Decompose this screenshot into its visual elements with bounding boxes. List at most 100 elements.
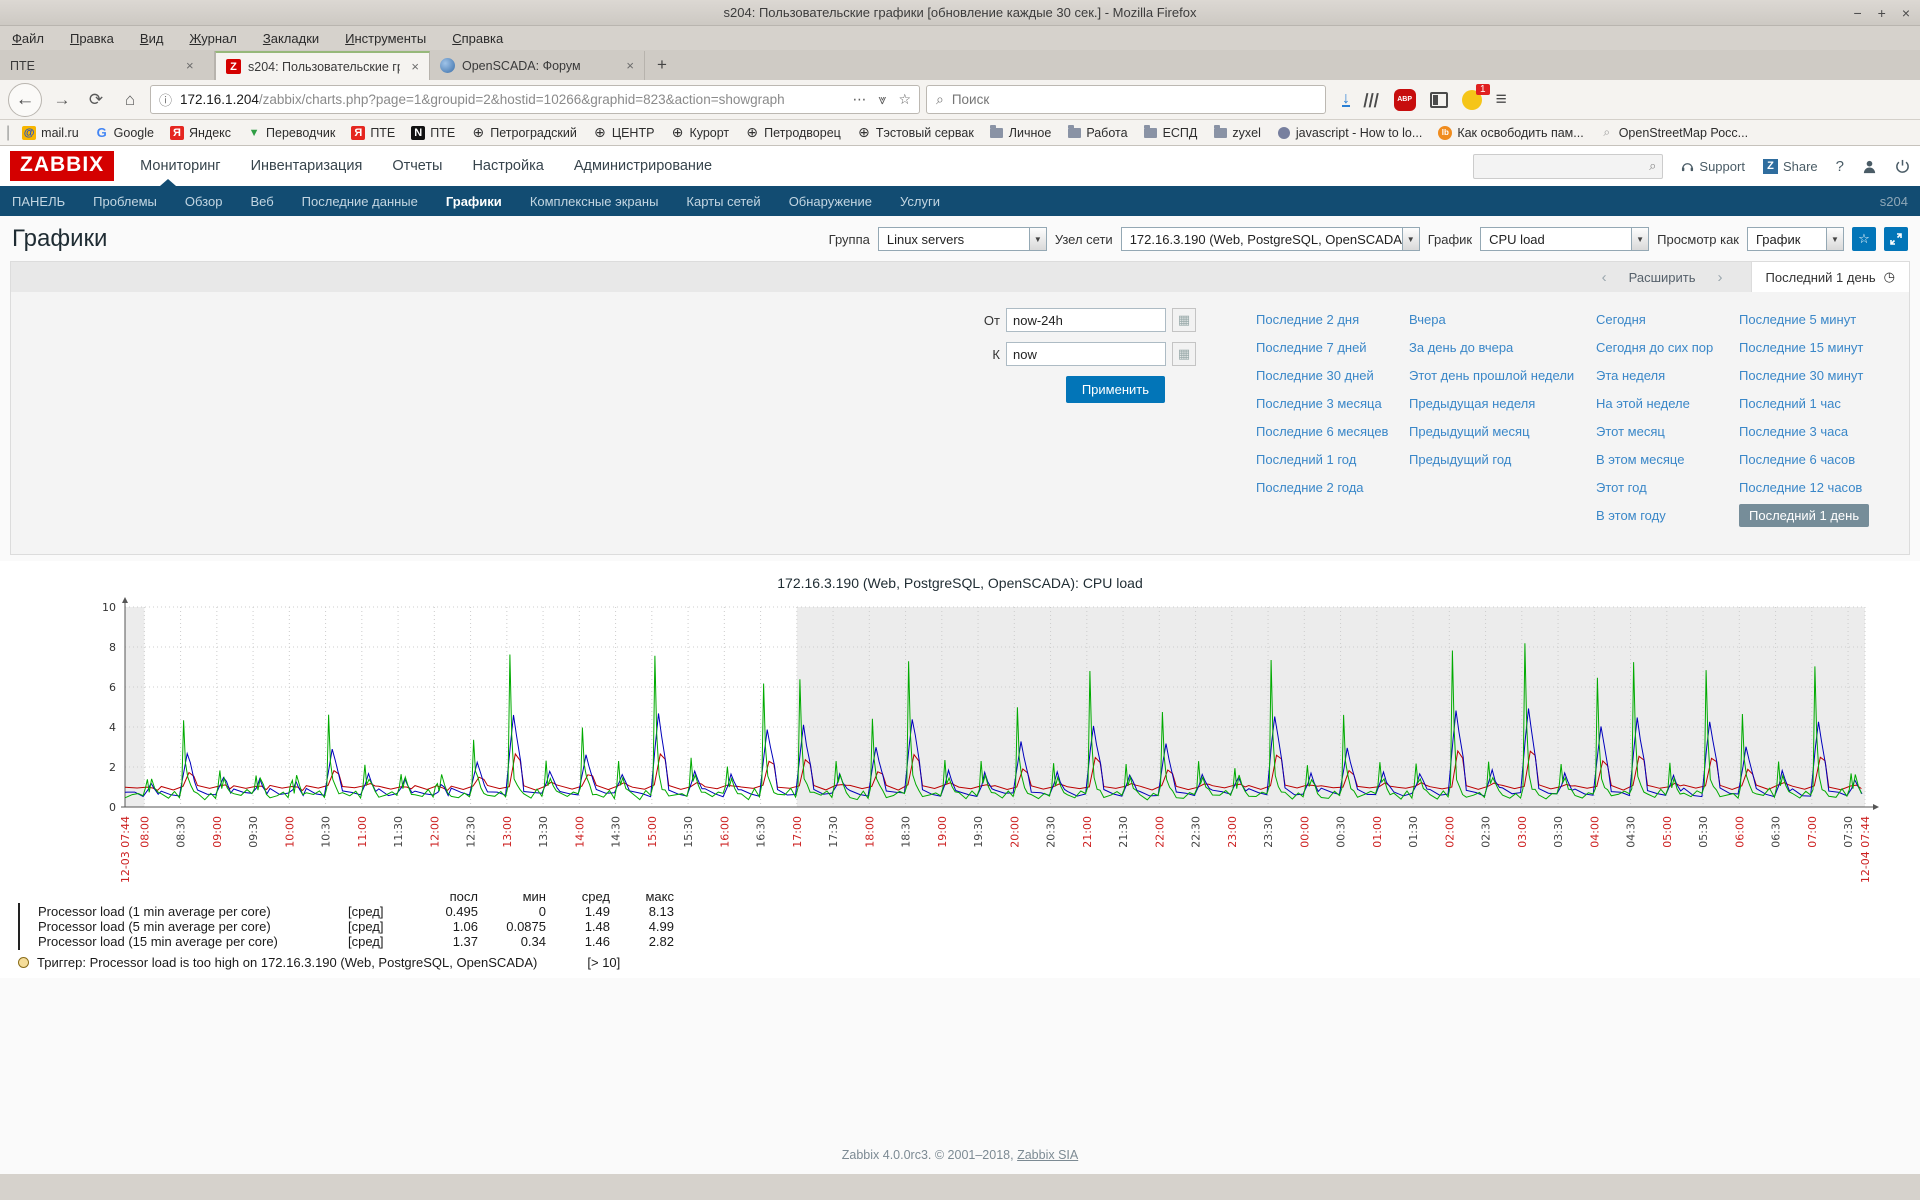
time-preset-link[interactable]: Последние 30 минут	[1739, 364, 1863, 387]
browser-tab[interactable]: OpenSCADA: Форум×	[430, 51, 645, 80]
time-preset-link[interactable]: Последние 30 дней	[1256, 364, 1374, 387]
calendar-icon[interactable]: ▦	[1172, 308, 1196, 332]
bookmark-item[interactable]: Работа	[1061, 124, 1133, 142]
time-preset-link[interactable]: Сегодня до сих пор	[1596, 336, 1713, 359]
page-actions-icon[interactable]: ⋯	[853, 91, 867, 108]
bookmark-item[interactable]: ЯПТЕ	[345, 124, 401, 142]
adblock-icon[interactable]: ABP	[1394, 89, 1416, 111]
time-preset-link[interactable]: Последние 2 дня	[1256, 308, 1359, 331]
time-preset-link[interactable]: Этот месяц	[1596, 420, 1665, 443]
bookmark-item[interactable]: lbКак освободить пам...	[1432, 124, 1589, 142]
subnav-item[interactable]: Последние данные	[302, 194, 418, 209]
time-preset-link[interactable]: Последние 3 часа	[1739, 420, 1848, 443]
bookmark-item[interactable]: NПТЕ	[405, 124, 461, 142]
library-icon[interactable]: |||	[1362, 91, 1381, 108]
share-link[interactable]: Z Share	[1763, 159, 1818, 174]
bookmark-item[interactable]: zyxel	[1207, 124, 1266, 142]
time-preset-link[interactable]: Последние 7 дней	[1256, 336, 1367, 359]
time-shift-right-icon[interactable]: ›	[1718, 269, 1723, 286]
tab-close-icon[interactable]: ×	[626, 58, 634, 73]
time-preset-link[interactable]: На этой неделе	[1596, 392, 1690, 415]
zabbix-logo[interactable]: ZABBIX	[10, 151, 114, 181]
time-preset-link[interactable]: В этом месяце	[1596, 448, 1684, 471]
menu-icon[interactable]: ≡	[1496, 89, 1507, 111]
time-shift-left-icon[interactable]: ‹	[1602, 269, 1607, 286]
time-from-input[interactable]	[1006, 308, 1166, 332]
bookmark-item[interactable]: ⊕Тэстовый сервак	[851, 124, 980, 142]
bookmark-item[interactable]: ЯЯндекс	[164, 124, 237, 142]
main-nav-item[interactable]: Отчеты	[392, 148, 442, 184]
time-preset-link[interactable]: Эта неделя	[1596, 364, 1665, 387]
menubar-item[interactable]: Журнал	[189, 31, 236, 46]
time-preset-link[interactable]: Последние 15 минут	[1739, 336, 1863, 359]
bookmark-item[interactable]: GGoogle	[89, 124, 160, 142]
time-preset-link[interactable]: Последний 1 год	[1256, 448, 1356, 471]
window-maximize-button[interactable]: +	[1878, 5, 1886, 21]
subnav-item[interactable]: Веб	[250, 194, 273, 209]
subnav-item[interactable]: ПАНЕЛЬ	[12, 194, 65, 209]
time-preset-link[interactable]: Предыдущий месяц	[1409, 420, 1530, 443]
subnav-item[interactable]: Графики	[446, 194, 502, 209]
support-link[interactable]: Support	[1681, 159, 1745, 174]
time-preset-link[interactable]: Последние 12 часов	[1739, 476, 1862, 499]
browser-tab[interactable]: Zs204: Пользовательские гра×	[215, 51, 430, 80]
zabbix-sia-link[interactable]: Zabbix SIA	[1017, 1148, 1078, 1162]
filter-select[interactable]: Linux servers▼	[878, 227, 1047, 251]
time-preset-link[interactable]: Предыдущая неделя	[1409, 392, 1535, 415]
menubar-item[interactable]: Справка	[452, 31, 503, 46]
forward-button[interactable]: →	[48, 86, 76, 114]
browser-tab[interactable]: ПТЕ×	[0, 51, 215, 80]
reload-button[interactable]: ⟳	[82, 86, 110, 114]
main-nav-item[interactable]: Настройка	[472, 148, 543, 184]
bookmark-item[interactable]: Личное	[984, 124, 1058, 142]
new-tab-button[interactable]: +	[645, 55, 679, 75]
pocket-icon[interactable]: ⩔	[879, 91, 887, 108]
filter-select[interactable]: 172.16.3.190 (Web, PostgreSQL, OpenSCADA…	[1121, 227, 1420, 251]
filter-select[interactable]: График▼	[1747, 227, 1844, 251]
menubar-item[interactable]: Вид	[140, 31, 164, 46]
favourite-button[interactable]: ☆	[1852, 227, 1876, 251]
sidebar-icon[interactable]	[1430, 92, 1448, 108]
filter-select[interactable]: CPU load▼	[1480, 227, 1649, 251]
window-close-button[interactable]: ×	[1902, 5, 1910, 21]
time-preset-link[interactable]: Этот день прошлой недели	[1409, 364, 1574, 387]
extension-icon[interactable]: 1	[1462, 90, 1482, 110]
bookmark-item[interactable]: javascript - How to lo...	[1271, 124, 1428, 142]
menubar-item[interactable]: Закладки	[263, 31, 319, 46]
time-preset-link[interactable]: За день до вчера	[1409, 336, 1513, 359]
subnav-item[interactable]: Услуги	[900, 194, 940, 209]
time-preset-link[interactable]: Последние 6 месяцев	[1256, 420, 1388, 443]
main-nav-item[interactable]: Инвентаризация	[251, 148, 363, 184]
time-preset-link[interactable]: Последние 5 минут	[1739, 308, 1856, 331]
time-preset-link[interactable]: Предыдущий год	[1409, 448, 1511, 471]
window-minimize-button[interactable]: −	[1853, 5, 1861, 21]
bookmark-item[interactable]: @mail.ru	[16, 124, 85, 142]
downloads-icon[interactable]: ↓	[1342, 93, 1350, 107]
time-expand-button[interactable]: Расширить	[1629, 270, 1696, 285]
home-button[interactable]: ⌂	[116, 86, 144, 114]
subnav-item[interactable]: Обзор	[185, 194, 223, 209]
site-info-icon[interactable]: ⓘ	[159, 90, 172, 109]
back-button[interactable]: ←	[8, 83, 42, 117]
time-preset-link[interactable]: В этом году	[1596, 504, 1666, 527]
time-preset-link[interactable]: Последние 2 года	[1256, 476, 1364, 499]
bookmark-item[interactable]: ⊕ЦЕНТР	[587, 124, 661, 142]
bookmark-item[interactable]: ⊕Петродворец	[739, 124, 847, 142]
browser-search-input[interactable]	[952, 92, 1316, 107]
menubar-item[interactable]: Файл	[12, 31, 44, 46]
profile-icon[interactable]	[1862, 159, 1877, 174]
time-preset-link[interactable]: Сегодня	[1596, 308, 1646, 331]
zabbix-search-input[interactable]: ⌕	[1473, 154, 1663, 179]
cpu-load-chart[interactable]: 12-03 07:4408:0008:3009:0009:3010:0010:3…	[40, 595, 1880, 895]
bookmark-item[interactable]: ⌕OpenStreetMap Росс...	[1594, 124, 1754, 142]
subnav-item[interactable]: Комплексные экраны	[530, 194, 659, 209]
bookmark-item[interactable]: ЕСПД	[1138, 124, 1204, 142]
browser-search-box[interactable]: ⌕	[926, 85, 1326, 114]
subnav-item[interactable]: Проблемы	[93, 194, 157, 209]
time-preset-link[interactable]: Последний 1 день	[1739, 504, 1869, 527]
bookmark-item[interactable]: ▼Переводчик	[241, 124, 341, 142]
time-range-tab[interactable]: Последний 1 день ◷	[1751, 262, 1909, 292]
tab-close-icon[interactable]: ×	[411, 59, 419, 74]
apply-button[interactable]: Применить	[1066, 376, 1165, 403]
subnav-item[interactable]: Обнаружение	[789, 194, 872, 209]
